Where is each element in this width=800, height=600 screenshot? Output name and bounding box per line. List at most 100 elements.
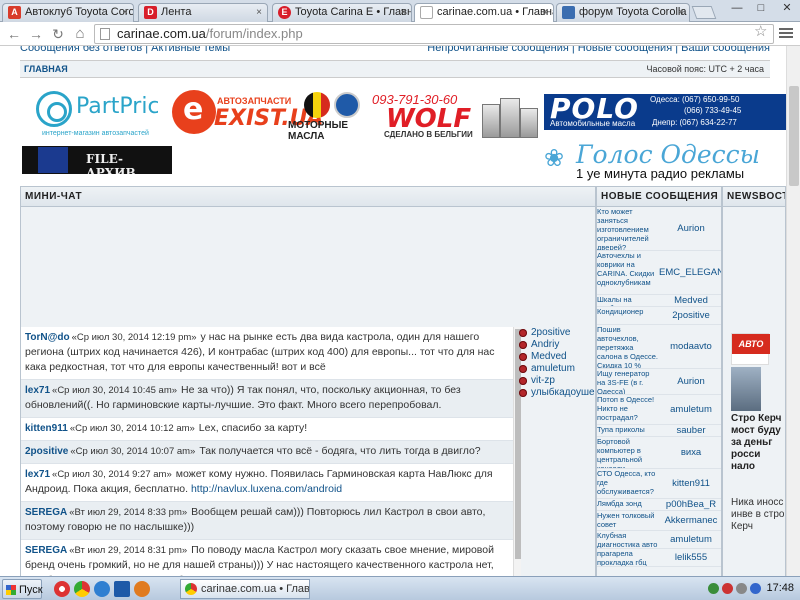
new-message-author[interactable]: modaavto [659, 341, 721, 352]
news-headline[interactable]: Стро Керч мост буду за деньг росси нало [731, 413, 785, 473]
close-icon[interactable]: × [400, 4, 406, 21]
user-messages-links[interactable]: Непрочитанные сообщения | Новые сообщени… [427, 46, 770, 54]
new-message-topic[interactable]: Кто может заняться изготовлением огранич… [597, 207, 659, 250]
bookmark-star-icon[interactable]: ☆ [754, 22, 767, 42]
skype-icon[interactable] [114, 581, 130, 597]
language-icon[interactable] [750, 583, 761, 594]
new-message-topic[interactable]: Клубная диагностика авто [597, 531, 659, 548]
new-message-author[interactable]: Aurion [659, 223, 721, 234]
new-message-topic[interactable]: СТО Одесса, кто где обслуживается? [597, 469, 659, 498]
new-message-topic[interactable]: Пошив авточехлов, перетяжка салона в Оде… [597, 325, 659, 368]
new-message-topic[interactable]: Потоп в Одессе! Никто не пострадал? [597, 395, 659, 424]
chat-message: 2positive «Ср июл 30, 2014 10:07 am» Так п… [21, 441, 513, 464]
news-thumbnail[interactable]: АВТО [731, 333, 770, 365]
new-message-topic[interactable]: Авточехлы и коврики на CARINA. Скидки од… [597, 251, 659, 294]
page-scrollbar[interactable] [786, 46, 800, 576]
forum-navbar: ГЛАВНАЯ Часовой пояс: UTC + 2 часа [20, 60, 770, 78]
volume-icon[interactable] [736, 583, 747, 594]
chat-link[interactable]: http://navlux.luxena.com/android [191, 483, 342, 495]
new-message-author[interactable]: Akkermanec [659, 515, 721, 526]
new-message-author[interactable]: Aurion [659, 376, 721, 387]
new-message-topic[interactable]: Бортовой компьютер в центральной консоли… [597, 437, 659, 468]
new-message-author[interactable]: Medved [659, 295, 721, 306]
start-button[interactable]: Пуск [2, 579, 43, 599]
partprice-banner[interactable]: PartPrice интернет-магазин автозапчастей [34, 88, 158, 140]
taskbar-chrome-window[interactable]: carinae.com.ua • Глав... [180, 579, 310, 599]
new-tab-button[interactable] [691, 6, 717, 19]
new-message-author[interactable]: виха [659, 447, 721, 458]
news-photo[interactable] [731, 367, 761, 411]
new-message-author[interactable]: lelik555 [659, 552, 721, 563]
menu-icon[interactable] [778, 26, 794, 42]
browser-tab-corolla-forum[interactable]: форум Toyota Corolla × [556, 3, 690, 22]
chat-user[interactable]: SEREGA [25, 507, 67, 518]
chat-user[interactable]: SEREGA [25, 545, 67, 556]
minimize-button[interactable]: — [726, 0, 748, 16]
new-message-topic[interactable]: Ищу генератор на 3S-FE (в г. Одесса) [597, 369, 659, 394]
chat-log[interactable]: TorN@do «Ср июл 30, 2014 12:19 pm» у нас н… [21, 327, 513, 576]
new-message-topic[interactable]: прагарела прокладка гбц [597, 549, 659, 566]
browser-tab-lenta[interactable]: D Лента × [138, 3, 268, 22]
online-user[interactable]: 2positive [517, 327, 595, 339]
home-icon[interactable]: ⌂ [70, 24, 90, 44]
chat-user[interactable]: TorN@do [25, 332, 70, 343]
online-user[interactable]: Medved [517, 351, 595, 363]
auto-badge: АВТО [732, 334, 770, 354]
browser-tab-carinae-active[interactable]: carinae.com.ua • Главна × [414, 3, 554, 23]
online-user[interactable]: улыбкадоушей [517, 387, 595, 399]
forward-arrow-icon[interactable]: → [26, 24, 46, 44]
reload-icon[interactable]: ↻ [48, 24, 68, 44]
new-message-topic[interactable]: Кондиционер [597, 307, 659, 324]
chrome-icon[interactable] [74, 581, 90, 597]
unanswered-active-links[interactable]: Сообщения без ответов | Активные темы [20, 46, 230, 54]
close-icon[interactable]: × [256, 4, 262, 21]
close-icon[interactable]: × [542, 4, 548, 21]
new-message-author[interactable]: p00hBea_R [659, 499, 721, 510]
close-window-button[interactable]: ✕ [776, 0, 798, 16]
polo-phone-2: (066) 733-49-45 [684, 106, 742, 115]
new-message-author[interactable]: 2positive [659, 310, 721, 321]
file-archive-banner[interactable]: FILE-АРХИВ [22, 146, 172, 174]
wolf-banner[interactable]: 093-791-30-60 WOLF СДЕЛАНО В БЕЛЬГИИ [370, 92, 480, 144]
new-message-author[interactable]: kitten911 [659, 478, 721, 489]
home-link[interactable]: ГЛАВНАЯ [24, 61, 68, 77]
new-message-topic[interactable]: Нужен толковый совет [597, 511, 659, 530]
network-icon[interactable] [708, 583, 719, 594]
new-message-row: прагарела прокладка гбц lelik555 [597, 549, 721, 567]
chat-user[interactable]: kitten911 [25, 423, 68, 434]
file-archive-label: FILE-АРХИВ [86, 152, 136, 174]
close-icon[interactable]: × [678, 4, 684, 21]
new-message-topic[interactable]: Шкалы на приборку [597, 295, 659, 306]
new-message-author[interactable]: EMC_ELEGANT [659, 267, 721, 278]
back-arrow-icon[interactable]: ← [4, 24, 24, 44]
exist-banner[interactable]: АВТОЗАПЧАСТИ EXIST.UA МОТОРНЫЕ МАСЛА [170, 90, 370, 142]
address-bar[interactable]: carinae.com.ua/forum/index.php [94, 24, 774, 44]
chat-date: «Ср июл 30, 2014 12:19 pm» [71, 332, 197, 343]
new-message-topic[interactable]: Лямбда зонд [597, 499, 659, 510]
firefox-icon[interactable] [134, 581, 150, 597]
online-user[interactable]: amuletum [517, 363, 595, 375]
new-message-author[interactable]: sauber [659, 425, 721, 436]
new-message-topic[interactable]: Тупа приколы [597, 425, 659, 436]
antivirus-icon[interactable] [722, 583, 733, 594]
maximize-button[interactable]: □ [750, 0, 772, 16]
chat-user[interactable]: 2positive [25, 446, 68, 457]
minichat-panel: МИНИ-ЧАТ TorN@do «Ср июл 30, 2014 12:19 p… [20, 186, 596, 576]
online-user[interactable]: vit-zp [517, 375, 595, 387]
news-snippet[interactable]: Ника иносс инве в стро Керч [731, 497, 785, 533]
new-message-author[interactable]: amuletum [659, 534, 721, 545]
page-scrollbar-thumb[interactable] [789, 86, 799, 186]
internet-explorer-icon[interactable] [94, 581, 110, 597]
online-user[interactable]: Andriy [517, 339, 595, 351]
new-message-row: Клубная диагностика авто amuletum [597, 531, 721, 549]
new-message-author[interactable]: amuletum [659, 404, 721, 415]
close-icon[interactable]: × [122, 4, 128, 21]
browser-tab-carina-e[interactable]: E Toyota Carina E • Главн × [272, 3, 412, 22]
browser-tab-autoclub[interactable]: A Автоклуб Toyota Coron × [2, 3, 134, 22]
opera-icon[interactable] [54, 581, 70, 597]
polo-banner[interactable]: POLO Автомобильные масла Одесса: (067) 6… [544, 94, 786, 130]
chat-user[interactable]: lex71 [25, 385, 50, 396]
golos-odessy-banner[interactable]: ❀ Голос Одессы 1 уе минута радио рекламы [540, 138, 786, 182]
minichat-header: МИНИ-ЧАТ [21, 187, 595, 207]
chat-user[interactable]: lex71 [25, 469, 50, 480]
